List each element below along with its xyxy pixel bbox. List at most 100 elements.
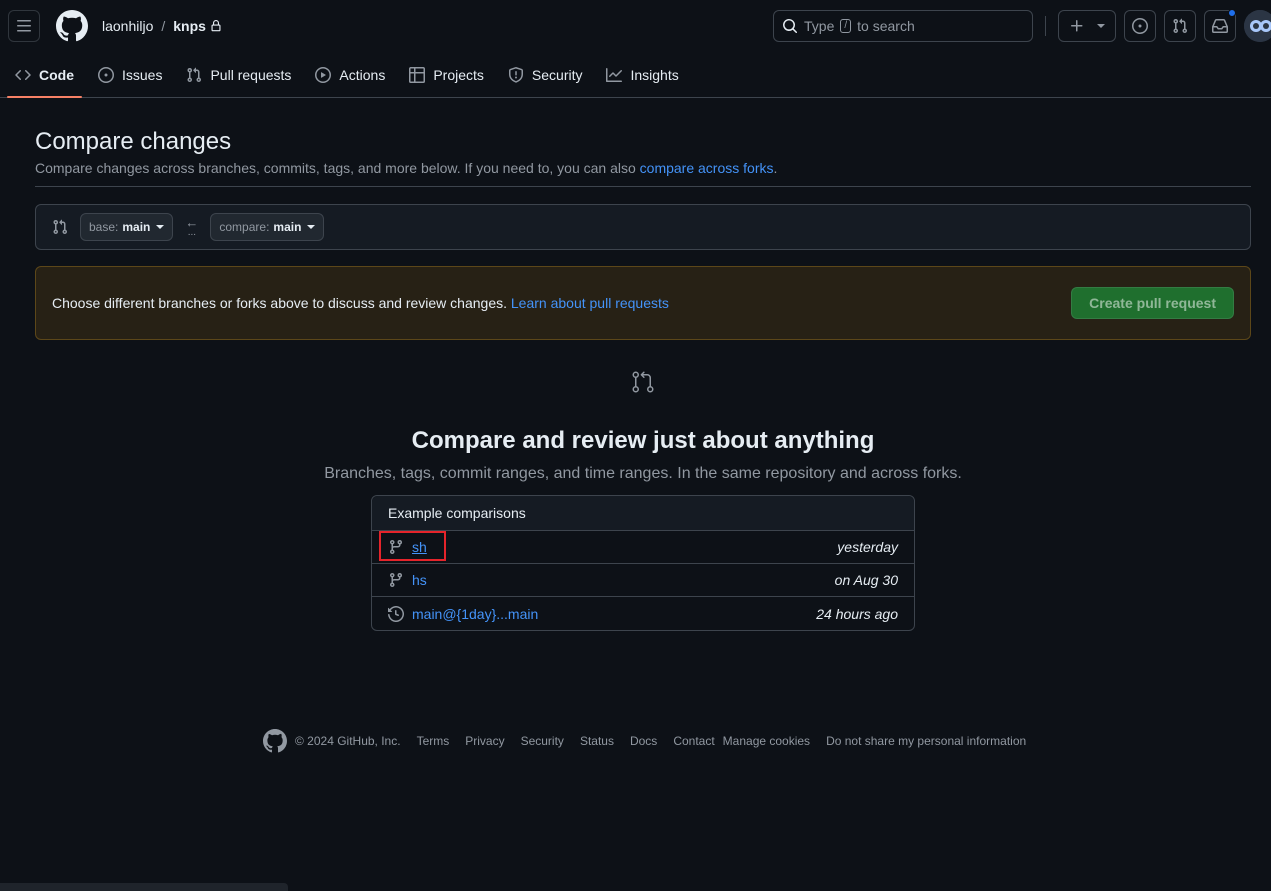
footer-link-security[interactable]: Security bbox=[521, 734, 564, 748]
avatar[interactable] bbox=[1244, 10, 1271, 42]
github-logo-icon[interactable] bbox=[56, 10, 88, 42]
footer-link-privacy[interactable]: Privacy bbox=[465, 734, 504, 748]
example-comparisons-box: Example comparisons sh yesterday hs on A… bbox=[371, 495, 915, 631]
footer-link-terms[interactable]: Terms bbox=[417, 734, 450, 748]
repo-nav: Code Issues Pull requests Actions Projec… bbox=[0, 52, 1271, 98]
example-link-main-range[interactable]: main@{1day}...main bbox=[412, 606, 538, 622]
breadcrumb-separator: / bbox=[161, 18, 166, 34]
issue-icon bbox=[98, 66, 114, 83]
tab-code[interactable]: Code bbox=[7, 52, 82, 98]
base-branch-select[interactable]: base: main bbox=[80, 213, 174, 241]
shield-icon bbox=[508, 66, 523, 83]
blankslate-subtitle: Branches, tags, commit ranges, and time … bbox=[324, 465, 962, 482]
compare-icon bbox=[53, 219, 68, 235]
hamburger-icon bbox=[17, 20, 31, 32]
code-icon bbox=[15, 69, 31, 80]
footer-link-do-not-share[interactable]: Do not share my personal information bbox=[826, 734, 1026, 748]
issues-button[interactable] bbox=[1124, 10, 1156, 42]
tab-actions-label: Actions bbox=[339, 66, 386, 83]
history-icon bbox=[388, 605, 404, 622]
example-time: 24 hours ago bbox=[816, 605, 898, 622]
page-subtitle: Compare changes across branches, commits… bbox=[35, 160, 1251, 187]
chevron-down-icon bbox=[156, 225, 165, 229]
tab-pull-requests[interactable]: Pull requests bbox=[178, 52, 299, 97]
issue-icon bbox=[1132, 18, 1148, 34]
git-branch-icon bbox=[389, 573, 402, 588]
tab-projects-label: Projects bbox=[433, 66, 484, 83]
owner-link[interactable]: laonhiljo bbox=[102, 18, 153, 34]
base-branch-prefix: base: bbox=[89, 220, 119, 234]
pull-requests-button[interactable] bbox=[1164, 10, 1196, 42]
github-logo-icon[interactable] bbox=[263, 729, 287, 753]
compare-branch-prefix: compare: bbox=[219, 220, 270, 234]
table-icon bbox=[409, 66, 426, 83]
list-item[interactable]: main@{1day}...main 24 hours ago bbox=[372, 597, 914, 630]
compare-page: Compare changes Compare changes across b… bbox=[35, 128, 1251, 631]
highlight-box bbox=[379, 531, 446, 561]
page-subtitle-end: . bbox=[773, 160, 778, 176]
repo-link[interactable]: knps bbox=[173, 18, 206, 34]
search-icon bbox=[783, 19, 798, 34]
arrow-left-icon: ← ... bbox=[185, 216, 198, 238]
play-icon bbox=[315, 66, 332, 83]
pull-request-icon bbox=[187, 67, 202, 82]
avatar-icon bbox=[1244, 10, 1271, 42]
chevron-down-icon bbox=[307, 225, 316, 229]
global-header: laonhiljo / knps Type / to search bbox=[0, 0, 1271, 52]
footer-link-contact[interactable]: Contact bbox=[673, 734, 714, 748]
tab-issues[interactable]: Issues bbox=[90, 52, 170, 97]
search-input[interactable]: Type / to search bbox=[773, 10, 1033, 42]
footer-copyright: © 2024 GitHub, Inc. bbox=[295, 734, 401, 748]
tab-actions[interactable]: Actions bbox=[307, 52, 393, 97]
page-title: Compare changes bbox=[35, 128, 232, 155]
search-placeholder-type: Type bbox=[804, 18, 835, 34]
tab-code-label: Code bbox=[39, 66, 74, 83]
footer-link-manage-cookies[interactable]: Manage cookies bbox=[723, 734, 810, 748]
compare-icon bbox=[632, 371, 654, 393]
breadcrumb: laonhiljo / knps bbox=[102, 18, 222, 34]
header-divider bbox=[1045, 16, 1046, 36]
tab-pull-requests-label: Pull requests bbox=[210, 66, 292, 83]
compare-branch-value: main bbox=[273, 220, 302, 234]
list-item[interactable]: sh yesterday bbox=[372, 531, 914, 564]
pull-request-icon bbox=[1173, 18, 1188, 34]
footer: © 2024 GitHub, Inc. Terms Privacy Securi… bbox=[263, 729, 1026, 753]
compare-branch-select[interactable]: compare: main bbox=[210, 213, 325, 241]
lock-icon bbox=[211, 20, 221, 32]
create-pull-request-button[interactable]: Create pull request bbox=[1071, 287, 1234, 319]
tab-security[interactable]: Security bbox=[500, 52, 591, 97]
flash-message: Choose different branches or forks above… bbox=[52, 295, 669, 311]
list-item[interactable]: hs on Aug 30 bbox=[372, 564, 914, 597]
base-branch-value: main bbox=[122, 220, 151, 234]
menu-button[interactable] bbox=[8, 10, 40, 42]
example-time: on Aug 30 bbox=[834, 572, 898, 588]
example-link-hs[interactable]: hs bbox=[412, 572, 427, 588]
create-new-button[interactable] bbox=[1058, 10, 1116, 42]
footer-link-docs[interactable]: Docs bbox=[630, 734, 657, 748]
tab-issues-label: Issues bbox=[122, 66, 163, 83]
search-shortcut-key: / bbox=[840, 19, 852, 33]
example-comparisons-header: Example comparisons bbox=[372, 496, 914, 531]
notification-dot bbox=[1228, 9, 1236, 17]
learn-pull-requests-link[interactable]: Learn about pull requests bbox=[511, 295, 669, 311]
tab-projects[interactable]: Projects bbox=[401, 52, 492, 97]
plus-icon bbox=[1071, 20, 1083, 32]
compare-across-forks-link[interactable]: compare across forks bbox=[640, 160, 774, 176]
page-subtitle-text: Compare changes across branches, commits… bbox=[35, 160, 636, 176]
blankslate: Compare and review just about anything B… bbox=[35, 370, 1251, 631]
tab-security-label: Security bbox=[531, 66, 583, 83]
chevron-down-icon bbox=[1097, 24, 1105, 28]
flash-notice: Choose different branches or forks above… bbox=[35, 266, 1251, 340]
tab-insights-label: Insights bbox=[630, 66, 679, 83]
range-dots: ... bbox=[187, 227, 197, 238]
search-placeholder-rest: to search bbox=[857, 18, 915, 34]
example-time: yesterday bbox=[837, 539, 898, 555]
footer-link-status[interactable]: Status bbox=[580, 734, 614, 748]
flash-text: Choose different branches or forks above… bbox=[52, 295, 507, 311]
range-editor: base: main ← ... compare: main bbox=[35, 204, 1251, 250]
graph-icon bbox=[606, 67, 623, 82]
browser-status-bar bbox=[0, 883, 288, 891]
tab-insights[interactable]: Insights bbox=[598, 52, 686, 97]
inbox-icon bbox=[1212, 19, 1228, 33]
blankslate-title: Compare and review just about anything bbox=[411, 427, 875, 454]
